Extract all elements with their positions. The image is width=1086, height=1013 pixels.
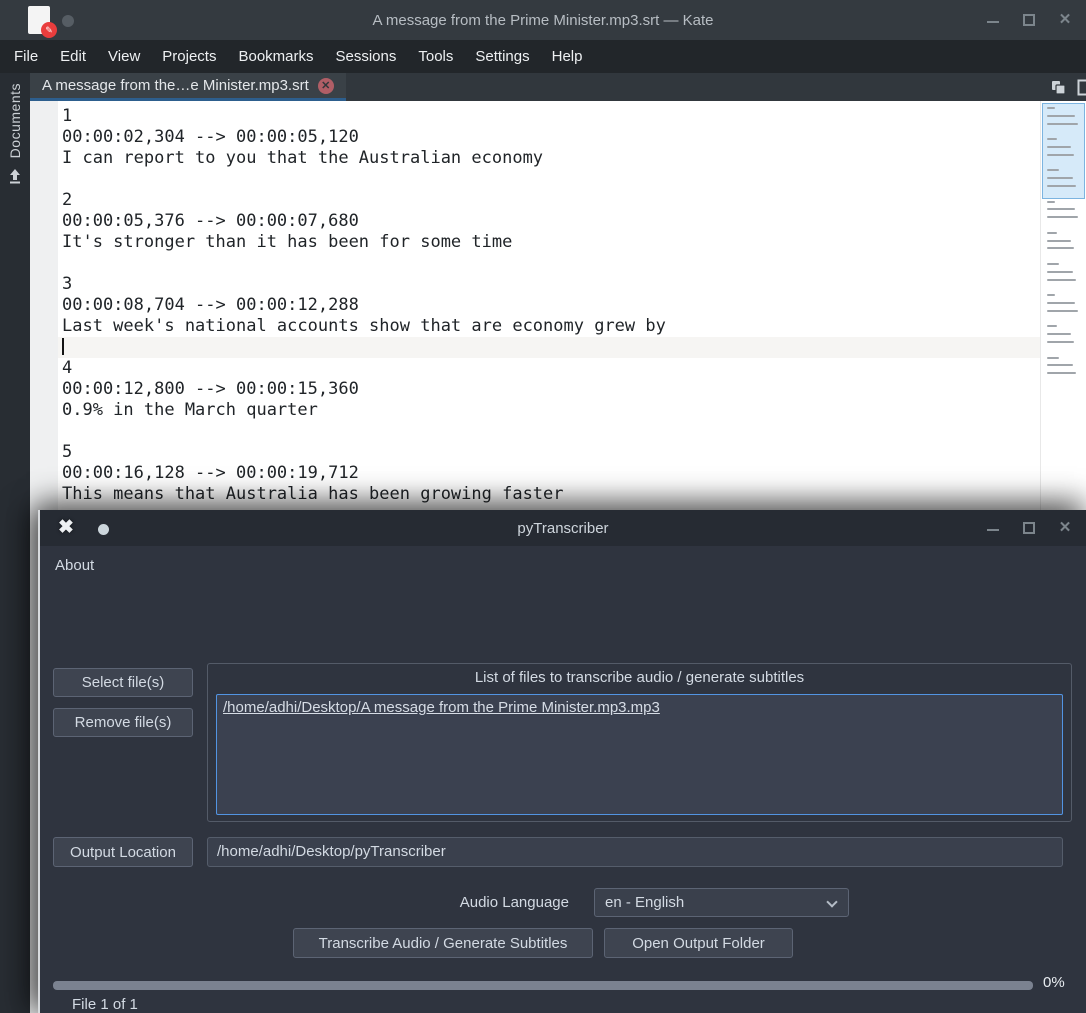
sidebar-documents-label[interactable]: Documents <box>7 83 23 158</box>
file-list-item[interactable]: /home/adhi/Desktop/A message from the Pr… <box>223 699 660 716</box>
menu-tools[interactable]: Tools <box>407 40 464 73</box>
output-location-field[interactable]: /home/adhi/Desktop/pyTranscriber <box>207 837 1063 867</box>
kate-maximize-icon[interactable] <box>1022 13 1036 27</box>
menu-bookmarks[interactable]: Bookmarks <box>227 40 324 73</box>
screen: ✎ A message from the Prime Minister.mp3.… <box>0 0 1086 1013</box>
transcribe-button[interactable]: Transcribe Audio / Generate Subtitles <box>293 928 593 958</box>
output-location-button[interactable]: Output Location <box>53 837 193 867</box>
menu-settings[interactable]: Settings <box>464 40 540 73</box>
progress-percent: 0% <box>1043 974 1065 991</box>
menu-projects[interactable]: Projects <box>151 40 227 73</box>
pytranscriber-window: ✖ pyTranscriber ✕ About Select file(s) R… <box>38 510 1086 1013</box>
kate-close-icon[interactable]: ✕ <box>1058 12 1072 27</box>
tab-close-icon[interactable]: ✕ <box>317 77 334 94</box>
editor-line[interactable]: 00:00:08,704 --> 00:00:12,288 <box>62 295 1040 316</box>
menu-view[interactable]: View <box>97 40 151 73</box>
editor-line[interactable] <box>62 253 1040 274</box>
file-list[interactable]: /home/adhi/Desktop/A message from the Pr… <box>216 694 1063 815</box>
menu-file[interactable]: File <box>3 40 49 73</box>
editor-line[interactable]: It's stronger than it has been for some … <box>62 232 1040 253</box>
pyt-titlebar[interactable]: ✖ pyTranscriber ✕ <box>40 510 1086 546</box>
kate-tabbar: A message from the…e Minister.mp3.srt ✕ <box>30 73 1086 101</box>
kate-minimize-icon[interactable] <box>986 13 1000 27</box>
audio-language-value: en - English <box>605 894 685 911</box>
editor-line[interactable]: 4 <box>62 358 1040 379</box>
kate-documents-sidebar[interactable]: Documents <box>0 73 30 1013</box>
audio-language-select[interactable]: en - English <box>594 888 849 917</box>
audio-language-label: Audio Language <box>459 894 569 911</box>
document-tab[interactable]: A message from the…e Minister.mp3.srt ✕ <box>30 73 346 101</box>
documents-stack-icon[interactable] <box>1050 79 1067 96</box>
editor-line[interactable]: I can report to you that the Australian … <box>62 148 1040 169</box>
menu-help[interactable]: Help <box>541 40 594 73</box>
kate-window-title: A message from the Prime Minister.mp3.sr… <box>372 11 714 29</box>
file-list-groupbox: List of files to transcribe audio / gene… <box>207 663 1072 822</box>
editor-line[interactable]: Last week's national accounts show that … <box>62 316 1040 337</box>
editor-line[interactable] <box>58 337 1040 358</box>
sidebar-up-arrow-icon <box>10 169 20 184</box>
progress-bar <box>53 981 1033 990</box>
editor-line[interactable]: 1 <box>62 106 1040 127</box>
pyt-menu-about[interactable]: About <box>55 557 110 574</box>
editor-line[interactable]: 00:00:16,128 --> 00:00:19,712 <box>62 463 1040 484</box>
pyt-content: Select file(s) Remove file(s) List of fi… <box>40 585 1086 1013</box>
editor-line[interactable] <box>62 169 1040 190</box>
document-tab-label: A message from the…e Minister.mp3.srt <box>42 77 309 94</box>
kate-titlebar[interactable]: ✎ A message from the Prime Minister.mp3.… <box>0 0 1086 40</box>
minimap-lines <box>1041 101 1086 375</box>
menu-edit[interactable]: Edit <box>49 40 97 73</box>
file-progress-status: File 1 of 1 <box>72 996 138 1013</box>
pyt-menubar: About <box>40 546 1086 585</box>
editor-line[interactable]: 00:00:02,304 --> 00:00:05,120 <box>62 127 1040 148</box>
file-list-group-title: List of files to transcribe audio / gene… <box>474 669 805 686</box>
editor-line[interactable]: 00:00:12,800 --> 00:00:15,360 <box>62 379 1040 400</box>
chevron-down-icon <box>826 896 838 908</box>
menu-sessions[interactable]: Sessions <box>325 40 408 73</box>
editor-line[interactable]: 00:00:05,376 --> 00:00:07,680 <box>62 211 1040 232</box>
detach-view-icon[interactable] <box>1077 79 1086 96</box>
select-files-button[interactable]: Select file(s) <box>53 668 193 697</box>
open-output-folder-button[interactable]: Open Output Folder <box>604 928 793 958</box>
editor-line[interactable]: This means that Australia has been growi… <box>62 484 1040 505</box>
editor-line[interactable]: 2 <box>62 190 1040 211</box>
editor-line[interactable]: 3 <box>62 274 1040 295</box>
tabbar-spacer <box>346 73 1050 101</box>
editor-line[interactable]: 5 <box>62 442 1040 463</box>
pyt-minimize-icon[interactable] <box>986 521 1000 535</box>
remove-files-button[interactable]: Remove file(s) <box>53 708 193 737</box>
pyt-maximize-icon[interactable] <box>1022 521 1036 535</box>
pyt-close-icon[interactable]: ✕ <box>1058 520 1072 535</box>
pyt-window-title: pyTranscriber <box>517 519 609 537</box>
editor-line[interactable] <box>62 421 1040 442</box>
kate-menubar: File Edit View Projects Bookmarks Sessions Too… <box>0 40 1086 73</box>
editor-line[interactable]: 0.9% in the March quarter <box>62 400 1040 421</box>
